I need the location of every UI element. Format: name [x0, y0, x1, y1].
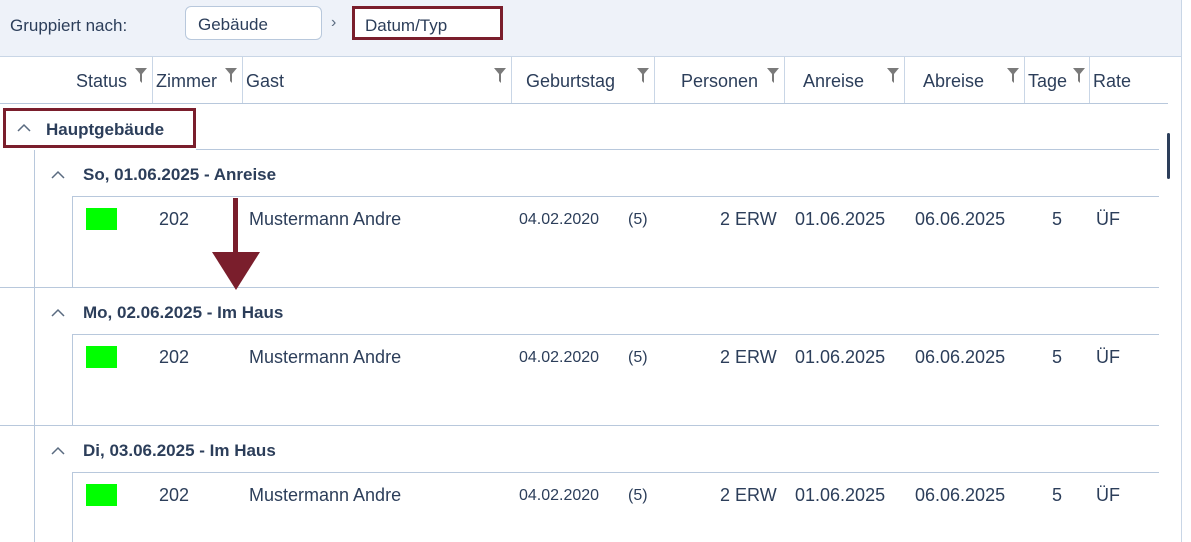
column-rate[interactable]: Rate — [1090, 57, 1168, 103]
column-personen[interactable]: Personen — [655, 57, 785, 103]
cell-zimmer: 202 — [159, 485, 190, 505]
chevron-up-icon[interactable] — [16, 120, 32, 141]
cell-zimmer: 202 — [159, 347, 190, 367]
divider — [196, 149, 1159, 150]
cell-rate: ÜF — [1096, 209, 1120, 229]
cell-gast: Mustermann Andre — [249, 485, 402, 505]
group-chip-gebaeude[interactable]: Gebäude — [185, 6, 322, 40]
divider — [0, 425, 1159, 426]
subgroup-title: Di, 03.06.2025 - Im Haus — [83, 441, 276, 460]
divider — [0, 287, 1159, 288]
cell-zimmer: 202 — [159, 209, 190, 229]
column-gast[interactable]: Gast — [243, 57, 512, 103]
column-anreise[interactable]: Anreise — [785, 57, 905, 103]
column-status[interactable]: Status — [0, 57, 153, 103]
column-header-row: Status Zimmer Gast Geburtstag Personen A… — [0, 57, 1168, 104]
chevron-up-icon[interactable] — [50, 167, 66, 188]
filter-icon[interactable] — [767, 68, 779, 84]
subgroup-title: So, 01.06.2025 - Anreise — [83, 165, 277, 184]
tree-line — [34, 288, 35, 425]
column-zimmer[interactable]: Zimmer — [153, 57, 243, 103]
column-personen-label: Personen — [681, 71, 759, 91]
cell-anreise: 01.06.2025 — [795, 485, 886, 505]
cell-alter: (5) — [628, 211, 648, 228]
filter-icon[interactable] — [1007, 68, 1019, 84]
chevron-up-icon[interactable] — [50, 443, 66, 464]
tree-line — [34, 150, 35, 287]
column-tage[interactable]: Tage — [1025, 57, 1090, 103]
group-title: Hauptgebäude — [46, 120, 165, 139]
subgroup-title: Mo, 02.06.2025 - Im Haus — [83, 303, 284, 322]
chevron-up-icon[interactable] — [50, 305, 66, 326]
cell-alter: (5) — [628, 487, 648, 504]
cell-tage: 5 — [1052, 485, 1063, 505]
column-rate-label: Rate — [1093, 71, 1132, 91]
panel-border — [1181, 0, 1182, 542]
filter-icon[interactable] — [887, 68, 899, 84]
status-indicator — [86, 484, 117, 506]
group-header-hauptgebaeude[interactable]: Hauptgebäude — [3, 108, 196, 148]
cell-gast: Mustermann Andre — [249, 209, 402, 229]
subgroup-header[interactable]: So, 01.06.2025 - Anreise — [50, 163, 450, 189]
filter-icon[interactable] — [494, 68, 506, 84]
cell-personen: 2 ERW — [720, 485, 777, 505]
filter-icon[interactable] — [1073, 68, 1085, 84]
chevron-right-icon: › — [331, 14, 337, 31]
column-abreise-label: Abreise — [923, 71, 985, 91]
cell-personen: 2 ERW — [720, 209, 777, 229]
subgroup-header[interactable]: Di, 03.06.2025 - Im Haus — [50, 439, 450, 465]
column-gast-label: Gast — [246, 71, 285, 91]
column-abreise[interactable]: Abreise — [905, 57, 1025, 103]
group-chip-datum-typ[interactable]: Datum/Typ — [352, 6, 503, 40]
cell-rate: ÜF — [1096, 347, 1120, 367]
group-by-bar — [0, 0, 1181, 57]
column-geburtstag-label: Geburtstag — [526, 71, 616, 91]
cell-abreise: 06.06.2025 — [915, 347, 1006, 367]
cell-rate: ÜF — [1096, 485, 1120, 505]
cell-tage: 5 — [1052, 209, 1063, 229]
cell-tage: 5 — [1052, 347, 1063, 367]
table-row[interactable]: 202 Mustermann Andre 04.02.2020 (5) 2 ER… — [72, 473, 1159, 533]
cell-gast: Mustermann Andre — [249, 347, 402, 367]
status-indicator — [86, 346, 117, 368]
cell-geburtstag: 04.02.2020 — [519, 349, 600, 366]
annotation-arrow-down-icon — [212, 198, 260, 298]
column-anreise-label: Anreise — [803, 71, 865, 91]
cell-anreise: 01.06.2025 — [795, 209, 886, 229]
cell-abreise: 06.06.2025 — [915, 485, 1006, 505]
table-row[interactable]: 202 Mustermann Andre 04.02.2020 (5) 2 ER… — [72, 335, 1159, 395]
group-by-label: Gruppiert nach: — [10, 16, 128, 35]
filter-icon[interactable] — [135, 68, 147, 84]
column-status-label: Status — [76, 71, 128, 91]
cell-abreise: 06.06.2025 — [915, 209, 1006, 229]
cell-anreise: 01.06.2025 — [795, 347, 886, 367]
cell-alter: (5) — [628, 349, 648, 366]
cell-personen: 2 ERW — [720, 347, 777, 367]
column-zimmer-label: Zimmer — [156, 71, 217, 91]
column-geburtstag[interactable]: Geburtstag — [512, 57, 655, 103]
status-indicator — [86, 208, 117, 230]
filter-icon[interactable] — [225, 68, 237, 84]
tree-line — [34, 426, 35, 542]
filter-icon[interactable] — [637, 68, 649, 84]
subgroup-header[interactable]: Mo, 02.06.2025 - Im Haus — [50, 301, 450, 327]
cell-geburtstag: 04.02.2020 — [519, 487, 600, 504]
cell-geburtstag: 04.02.2020 — [519, 211, 600, 228]
vertical-scrollbar[interactable] — [1167, 133, 1170, 179]
column-tage-label: Tage — [1028, 71, 1068, 91]
